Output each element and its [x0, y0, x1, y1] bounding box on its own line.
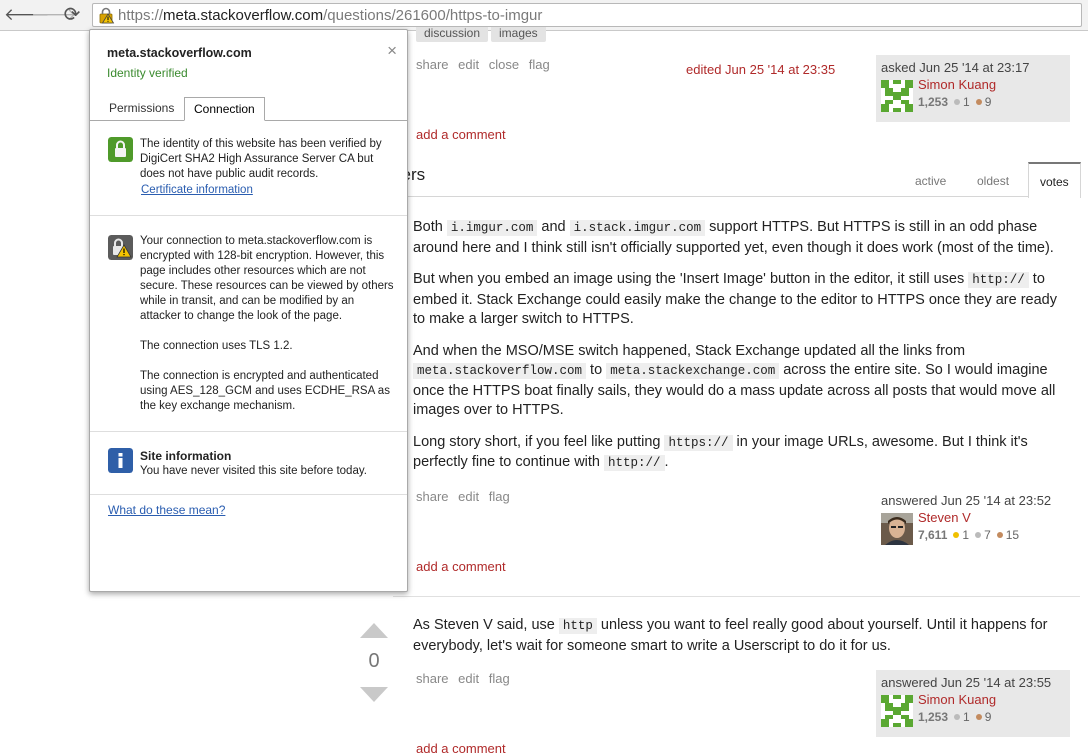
edit-link[interactable]: edit	[458, 57, 479, 72]
tab-connection[interactable]: Connection	[184, 97, 265, 121]
silver-badge-count: 1	[963, 95, 970, 109]
bronze-badge-count: 9	[984, 95, 992, 109]
bronze-badge-icon	[975, 714, 982, 721]
bronze-badge-icon	[975, 99, 982, 106]
site-info-section: Site information You have never visited …	[140, 449, 394, 479]
site-info-text: You have never visited this site before …	[140, 465, 367, 477]
lock-warning-icon	[108, 235, 133, 260]
answered-timestamp: answered Jun 25 '14 at 23:52	[881, 493, 1052, 508]
identity-status: Identity verified	[107, 66, 188, 80]
close-link[interactable]: close	[489, 57, 519, 72]
edit-link[interactable]: edit	[458, 489, 479, 504]
user-reputation: 1,253 1 9	[918, 95, 991, 109]
url-path: /questions/261600/https-to-imgur	[323, 7, 543, 24]
bronze-badge-count: 15	[1005, 528, 1020, 542]
reputation-score: 7,611	[918, 528, 948, 542]
silver-badge-icon	[975, 532, 982, 539]
identity-text: The identity of this website has been ve…	[140, 138, 382, 180]
lock-icon	[108, 137, 133, 162]
user-name-link[interactable]: Simon Kuang	[918, 692, 996, 707]
connection-tls-text: The connection uses TLS 1.2.	[140, 340, 293, 352]
answered-timestamp: answered Jun 25 '14 at 23:55	[881, 675, 1052, 690]
question-owner-card: asked Jun 25 '14 at 23:17 Simon Kuang 1,…	[876, 55, 1070, 122]
tab-active[interactable]: active	[915, 174, 946, 188]
gold-badge-icon	[953, 532, 960, 539]
flag-link[interactable]: flag	[489, 489, 510, 504]
silver-badge-count: 7	[984, 528, 991, 542]
info-icon	[108, 448, 133, 473]
identity-section: The identity of this website has been ve…	[140, 137, 394, 198]
user-reputation: 7,611 1 7 15	[918, 528, 1019, 542]
flag-link[interactable]: flag	[529, 57, 550, 72]
tab-votes[interactable]: votes	[1028, 162, 1081, 198]
help-section: What do these mean?	[108, 503, 225, 517]
question-post-menu: share edit close flag	[416, 57, 556, 72]
add-comment-link[interactable]: add a comment	[416, 559, 506, 574]
identicon-avatar[interactable]	[881, 695, 913, 727]
silver-badge-count: 1	[963, 710, 970, 724]
section-divider	[90, 215, 407, 216]
answers-header: vers active oldest votes	[393, 162, 1081, 198]
answer-1-body: Both i.imgur.com and i.stack.imgur.com s…	[413, 218, 1073, 486]
gold-badge-count: 1	[962, 528, 970, 542]
forward-button[interactable]: 🡒	[31, 4, 77, 26]
section-divider	[90, 431, 407, 432]
answer-divider	[393, 596, 1080, 597]
url-text[interactable]: https://meta.stackoverflow.com/questions…	[118, 7, 542, 24]
share-link[interactable]: share	[416, 489, 449, 504]
add-comment-link[interactable]: add a comment	[416, 127, 506, 142]
address-bar[interactable]: https://meta.stackoverflow.com/questions…	[92, 3, 1082, 27]
section-divider	[90, 494, 407, 495]
share-link[interactable]: share	[416, 57, 449, 72]
certificate-info-link[interactable]: Certificate information	[141, 184, 253, 196]
tab-oldest[interactable]: oldest	[977, 174, 1009, 188]
user-reputation: 1,253 1 9	[918, 710, 991, 724]
what-do-these-mean-link[interactable]: What do these mean?	[108, 503, 225, 517]
answer-2-body: As Steven V said, use http unless you wa…	[413, 616, 1073, 668]
tab-permissions[interactable]: Permissions	[100, 97, 183, 121]
user-photo-avatar[interactable]	[881, 513, 913, 545]
identicon-avatar[interactable]	[881, 80, 913, 112]
close-icon[interactable]: ×	[387, 42, 397, 59]
connection-cipher-text: The connection is encrypted and authenti…	[140, 370, 390, 412]
downvote-button[interactable]	[360, 687, 388, 702]
connection-section: Your connection to meta.stackoverflow.co…	[140, 234, 394, 429]
edit-link[interactable]: edit	[458, 671, 479, 686]
answer-paragraph: As Steven V said, use http unless you wa…	[413, 617, 1048, 654]
site-security-popup: meta.stackoverflow.com Identity verified…	[89, 29, 408, 592]
back-button[interactable]: 🡐	[4, 4, 50, 26]
user-name-link[interactable]: Steven V	[918, 510, 971, 525]
bronze-badge-icon	[996, 532, 1003, 539]
answer-2-post-menu: share edit flag	[416, 671, 516, 686]
bronze-badge-count: 9	[984, 710, 992, 724]
flag-link[interactable]: flag	[489, 671, 510, 686]
url-scheme: https://	[118, 7, 164, 24]
vote-count: 0	[368, 650, 380, 672]
answer-paragraph: But when you embed an image using the 'I…	[413, 271, 1057, 327]
answer-paragraph: Both i.imgur.com and i.stack.imgur.com s…	[413, 219, 1054, 256]
site-info-title: Site information	[140, 449, 232, 463]
popup-host: meta.stackoverflow.com	[107, 46, 252, 60]
tag-discussion[interactable]: discussion	[416, 27, 489, 42]
reputation-score: 1,253	[918, 710, 949, 724]
silver-badge-icon	[954, 714, 961, 721]
lock-warning-icon[interactable]	[97, 7, 115, 24]
answer-1-post-menu: share edit flag	[416, 489, 516, 504]
url-host: meta.stackoverflow.com	[163, 7, 324, 24]
answer-2-owner-card: answered Jun 25 '14 at 23:55 Simon Kuang…	[876, 670, 1070, 737]
share-link[interactable]: share	[416, 671, 449, 686]
reload-button[interactable]: ⟳	[61, 4, 83, 26]
connection-encryption-text: Your connection to meta.stackoverflow.co…	[140, 235, 394, 322]
answer-paragraph: And when the MSO/MSE switch happened, St…	[413, 342, 1056, 418]
asked-timestamp: asked Jun 25 '14 at 23:17	[881, 60, 1030, 75]
reputation-score: 1,253	[918, 95, 949, 109]
user-name-link[interactable]: Simon Kuang	[918, 77, 996, 92]
answer-1-owner-card: answered Jun 25 '14 at 23:52 Steven V 7,…	[876, 488, 1070, 555]
edited-link[interactable]: edited Jun 25 '14 at 23:35	[686, 62, 835, 77]
tag-images[interactable]: images	[491, 27, 546, 42]
answer-paragraph: Long story short, if you feel like putti…	[413, 433, 1028, 471]
upvote-button[interactable]	[360, 623, 388, 638]
silver-badge-icon	[954, 99, 961, 106]
